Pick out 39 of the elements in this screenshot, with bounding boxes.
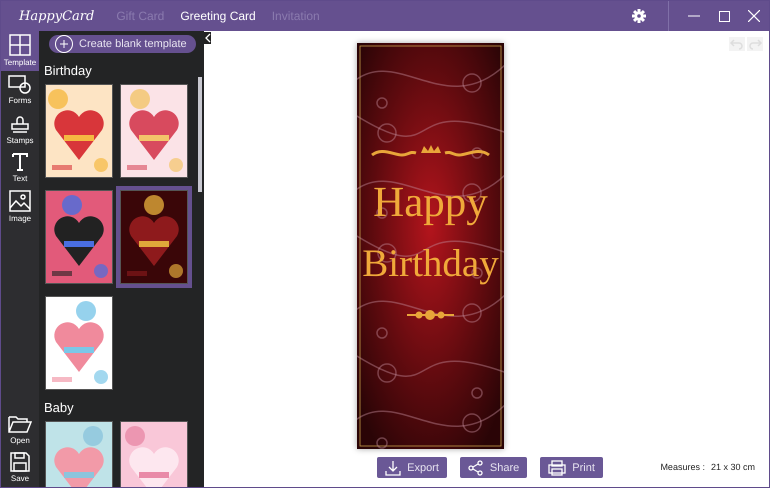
tool-button[interactable]: Save (1, 449, 39, 487)
section-heading: Baby (44, 400, 75, 415)
tool-button[interactable]: Open (1, 411, 39, 449)
settings-icon[interactable] (632, 9, 646, 23)
section-heading: Birthday (44, 63, 93, 78)
measures-value: 21 x 30 cm (710, 462, 755, 472)
greeting-card[interactable]: Happy Birthday (356, 43, 504, 449)
grid-icon (9, 34, 31, 56)
card-text[interactable]: Happy (372, 179, 488, 226)
action-button[interactable]: Export (377, 457, 447, 478)
tool-button[interactable]: Text (1, 149, 39, 187)
tool-button[interactable]: Template (1, 31, 39, 71)
create-template-button[interactable]: Create blank template (49, 35, 196, 53)
app-logo: HappyCard (19, 8, 94, 24)
template-thumbnail[interactable] (120, 421, 188, 487)
plus-icon (60, 40, 68, 48)
card-text[interactable]: Birthday (362, 242, 498, 285)
nav-tab[interactable]: Greeting Card (180, 9, 256, 23)
divider-ornament-drawing (406, 310, 454, 320)
text-icon (11, 152, 29, 172)
action-button[interactable]: Print (540, 457, 603, 478)
folder-icon (8, 414, 32, 434)
maximize-icon[interactable] (718, 10, 730, 22)
download-icon (385, 460, 402, 476)
tool-button[interactable]: Forms (1, 71, 39, 109)
minimize-icon[interactable] (688, 15, 700, 17)
template-thumbnail[interactable] (45, 421, 113, 487)
tool-button[interactable]: Stamps (1, 109, 39, 149)
tool-button[interactable]: Image (1, 187, 39, 227)
image-icon (9, 190, 31, 212)
collapse-icon[interactable] (204, 32, 212, 44)
shapes-icon (8, 74, 32, 94)
save-icon (10, 452, 30, 472)
measures-label: Measures : (660, 462, 705, 472)
close-icon[interactable] (748, 10, 760, 22)
printer-icon (548, 460, 566, 476)
share-icon (468, 460, 484, 476)
scrollbar[interactable] (198, 77, 202, 192)
action-button[interactable]: Share (460, 457, 528, 478)
